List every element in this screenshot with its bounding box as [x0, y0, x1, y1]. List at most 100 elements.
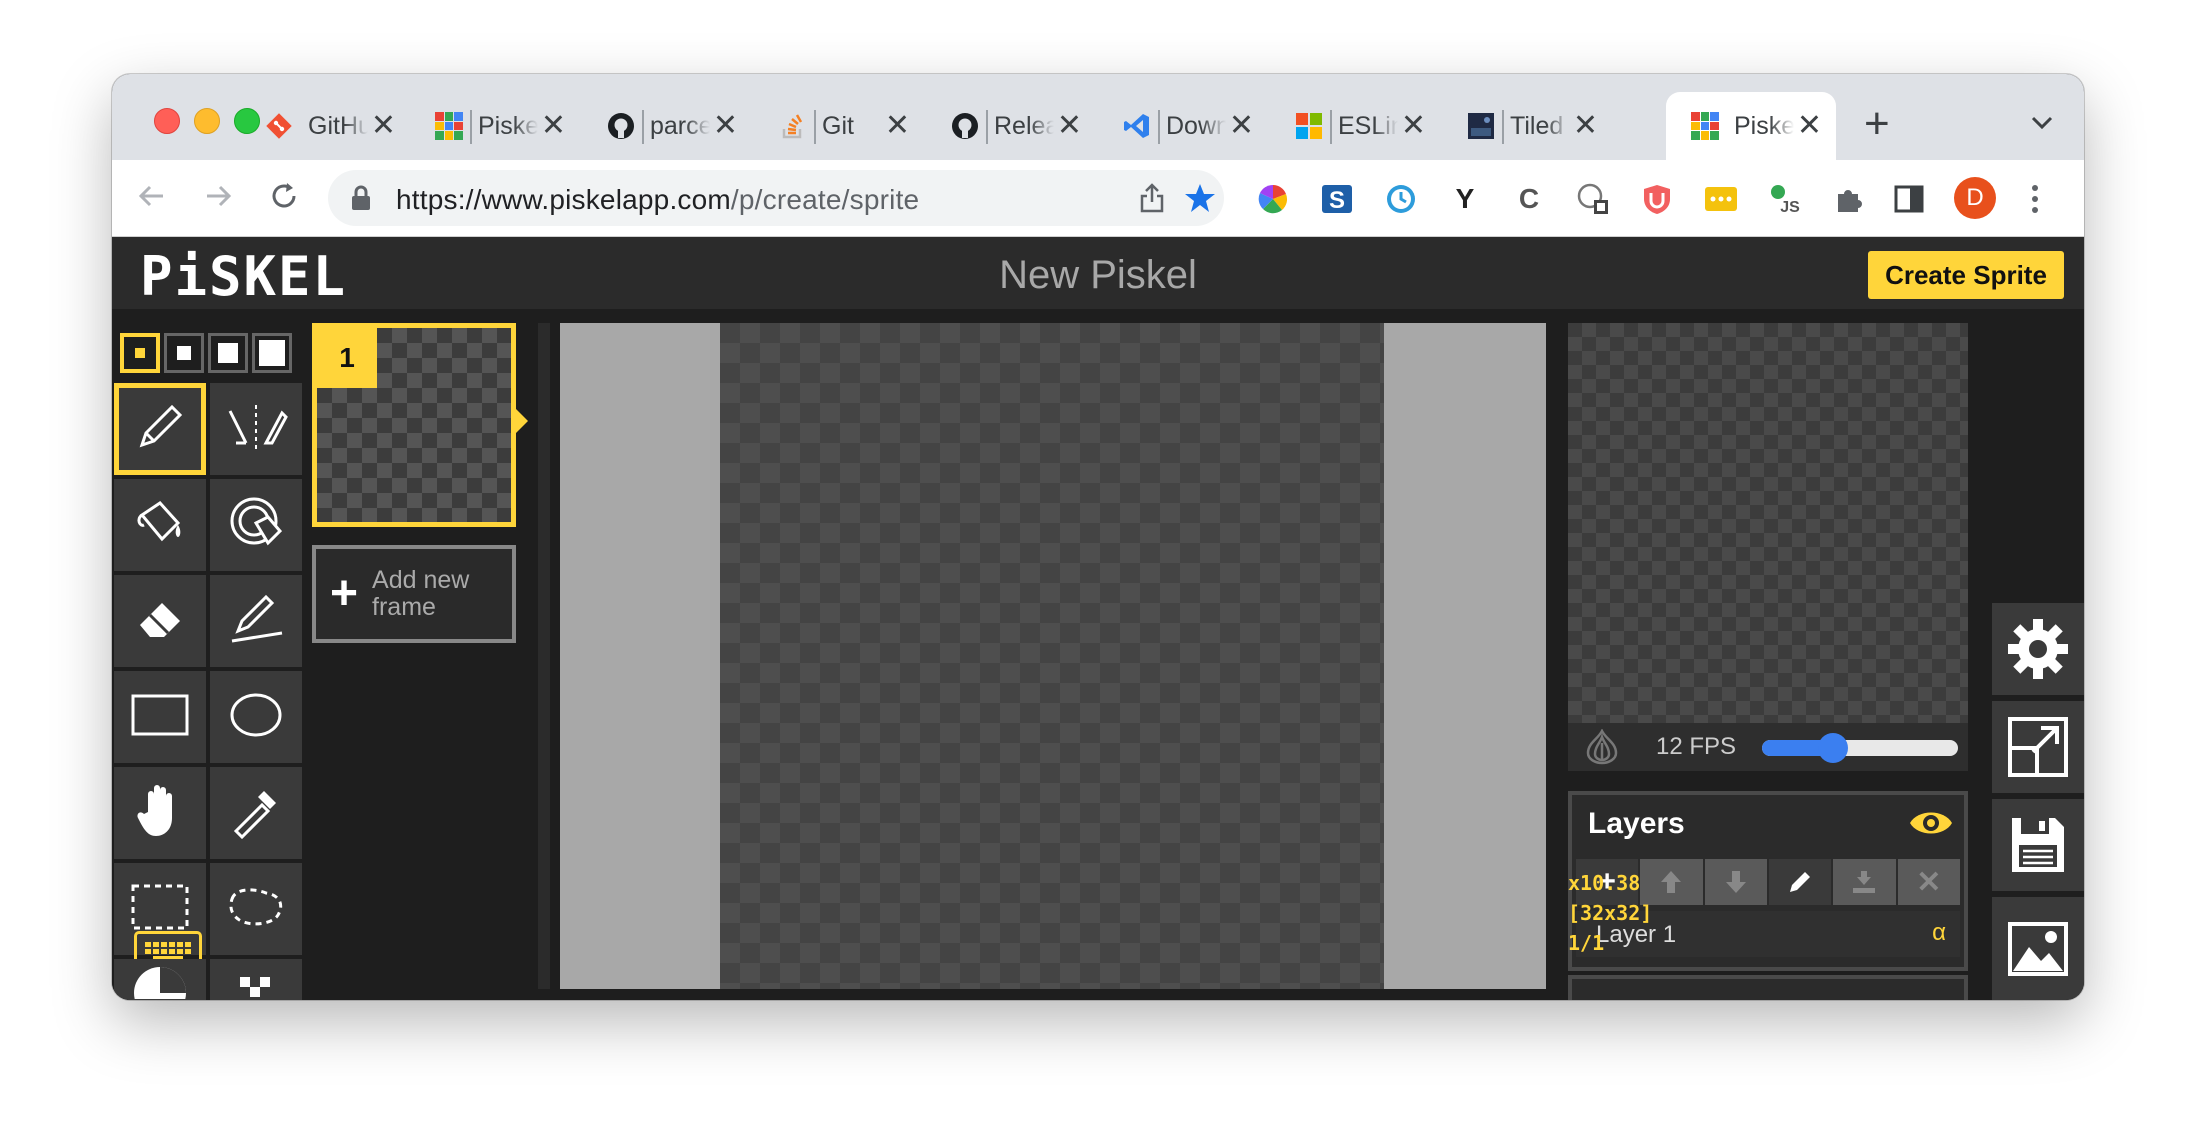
- bookmark-star-icon[interactable]: [1184, 182, 1216, 219]
- delete-layer-icon[interactable]: ✕: [1897, 859, 1960, 905]
- tab-search-chevron-icon[interactable]: [2030, 110, 2054, 138]
- js-extension-icon[interactable]: JS: [1766, 180, 1804, 218]
- paint-bucket-icon: [132, 495, 188, 556]
- create-sprite-button[interactable]: Create Sprite: [1868, 251, 2064, 299]
- tab-tiled[interactable]: Tiled ✕: [1442, 92, 1612, 160]
- tab-eslint[interactable]: ESLint ✕: [1270, 92, 1440, 160]
- piskel-icon: [434, 111, 464, 141]
- clock-extension-icon[interactable]: [1382, 180, 1420, 218]
- ublock-extension-icon[interactable]: [1638, 180, 1676, 218]
- move-tool[interactable]: [114, 767, 206, 859]
- url-host: https://www.piskelapp.com: [396, 184, 731, 215]
- tab-close-icon[interactable]: ✕: [885, 111, 910, 141]
- settings-gear-icon[interactable]: [1992, 603, 2084, 695]
- fps-slider[interactable]: [1762, 733, 1958, 763]
- svg-text:S: S: [1329, 187, 1345, 214]
- tab-title: Piskel: [1734, 111, 1794, 140]
- eraser-tool[interactable]: [114, 575, 206, 667]
- add-frame-label: Add new frame: [372, 565, 470, 621]
- eye-icon[interactable]: [1908, 805, 1954, 841]
- pen-tool[interactable]: [114, 383, 206, 475]
- bucket-spiral-icon: [226, 493, 286, 558]
- y-extension-icon[interactable]: Y: [1446, 180, 1484, 218]
- edit-layer-pencil-icon[interactable]: [1768, 859, 1832, 905]
- address-bar[interactable]: https://www.piskelapp.com/p/create/sprit…: [328, 170, 1224, 226]
- pen-size-1[interactable]: [120, 333, 160, 373]
- close-window-button[interactable]: [154, 108, 180, 134]
- reload-icon[interactable]: [264, 176, 304, 216]
- merge-layer-icon[interactable]: [1833, 859, 1896, 905]
- dashed-rectangle-icon: [130, 883, 190, 936]
- tab-parcel[interactable]: parcel ✕: [582, 92, 752, 160]
- circle-tool[interactable]: [210, 671, 302, 763]
- paint-bucket-tool[interactable]: [114, 479, 206, 571]
- password-extension-icon[interactable]: [1702, 180, 1740, 218]
- dithering-tool[interactable]: [210, 959, 302, 1000]
- new-tab-button[interactable]: +: [1864, 102, 1890, 146]
- kebab-menu-icon[interactable]: [2016, 180, 2054, 218]
- tab-close-icon[interactable]: ✕: [1229, 111, 1254, 141]
- tab-piskel[interactable]: Piskel ✕: [410, 92, 580, 160]
- tab-close-icon[interactable]: ✕: [1797, 111, 1822, 141]
- add-frame-button[interactable]: + Add new frame: [312, 545, 516, 643]
- tab-close-icon[interactable]: ✕: [371, 111, 396, 141]
- c-extension-icon[interactable]: C: [1510, 180, 1548, 218]
- tab-piskel-active[interactable]: Piskel ✕: [1666, 92, 1836, 160]
- tool-panel: [112, 323, 304, 1000]
- tab-close-icon[interactable]: ✕: [1057, 111, 1082, 141]
- url-text: https://www.piskelapp.com/p/create/sprit…: [396, 184, 919, 216]
- tab-download[interactable]: Download ✕: [1098, 92, 1268, 160]
- tab-releases[interactable]: Releases ✕: [926, 92, 1096, 160]
- browser-toolbar: https://www.piskelapp.com/p/create/sprit…: [112, 160, 2084, 237]
- tab-title: parcel: [650, 111, 710, 140]
- drawing-canvas[interactable]: [720, 323, 1384, 989]
- color-picker-tool[interactable]: [210, 767, 302, 859]
- share-icon[interactable]: [1138, 182, 1166, 219]
- globe-extension-icon[interactable]: [1574, 180, 1612, 218]
- frame-thumbnail[interactable]: 1: [312, 323, 516, 527]
- fps-slider-knob[interactable]: [1817, 733, 1848, 763]
- layer-alpha[interactable]: α: [1932, 919, 1946, 947]
- vscode-icon: [1122, 111, 1152, 141]
- pen-size-4[interactable]: [252, 333, 292, 373]
- minimize-window-button[interactable]: [194, 108, 220, 134]
- tab-close-icon[interactable]: ✕: [1573, 111, 1598, 141]
- selected-frame-arrow: [516, 409, 528, 433]
- onion-skin-icon[interactable]: [1580, 728, 1624, 765]
- back-arrow-icon[interactable]: [132, 176, 172, 216]
- tab-git[interactable]: Git ✕: [754, 92, 924, 160]
- resize-icon[interactable]: [1992, 701, 2084, 793]
- mirror-pen-tool[interactable]: [210, 383, 302, 475]
- side-panel-icon[interactable]: [1890, 180, 1928, 218]
- lasso-icon: [226, 883, 286, 936]
- forward-arrow-icon[interactable]: [198, 176, 238, 216]
- tab-github[interactable]: GitHub ✕: [240, 92, 410, 160]
- frame-number: 1: [317, 328, 377, 388]
- paint-same-color-tool[interactable]: [210, 479, 302, 571]
- rectangle-tool[interactable]: [114, 671, 206, 763]
- s-extension-icon[interactable]: S: [1318, 180, 1356, 218]
- animation-preview[interactable]: [1568, 323, 1968, 723]
- move-layer-down-icon[interactable]: [1704, 859, 1767, 905]
- export-image-icon[interactable]: [1992, 897, 2084, 1000]
- lasso-select-tool[interactable]: [210, 863, 302, 955]
- extensions-puzzle-icon[interactable]: [1830, 180, 1868, 218]
- piskel-app: PiSKEL New Piskel Create Sprite 1 + Add …: [112, 237, 2084, 1000]
- frame-readout: 1/1: [1568, 931, 1605, 955]
- tab-close-icon[interactable]: ✕: [1401, 111, 1426, 141]
- pen-size-3[interactable]: [208, 333, 248, 373]
- frames-scrollbar[interactable]: [538, 323, 550, 989]
- hand-icon: [134, 782, 186, 845]
- lighten-tool[interactable]: [114, 959, 206, 1000]
- move-layer-up-icon[interactable]: [1640, 859, 1703, 905]
- stroke-tool[interactable]: [210, 575, 302, 667]
- lock-icon[interactable]: [350, 184, 372, 217]
- color-picker-extension-icon[interactable]: [1254, 180, 1292, 218]
- tab-close-icon[interactable]: ✕: [713, 111, 738, 141]
- tab-title: Piskel: [478, 111, 538, 140]
- url-path: /p/create/sprite: [730, 184, 920, 215]
- save-floppy-icon[interactable]: [1992, 799, 2084, 891]
- profile-avatar[interactable]: D: [1954, 177, 1996, 219]
- pen-size-2[interactable]: [164, 333, 204, 373]
- tab-close-icon[interactable]: ✕: [541, 111, 566, 141]
